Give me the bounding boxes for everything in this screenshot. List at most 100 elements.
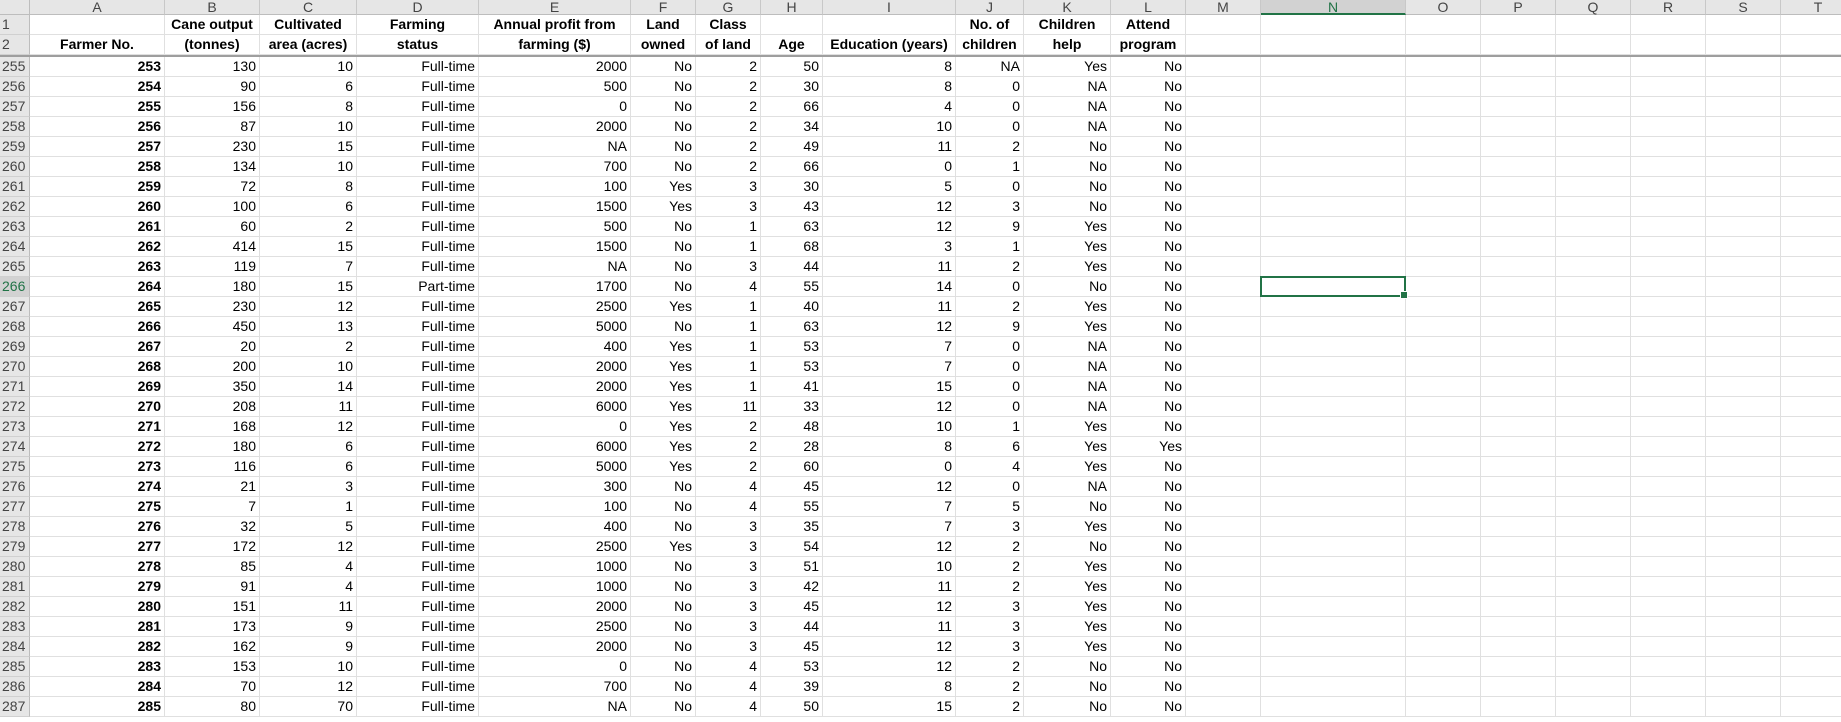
data-cell[interactable] — [1186, 157, 1261, 177]
row-header-280[interactable]: 280 — [0, 557, 30, 577]
data-cell[interactable] — [1781, 197, 1841, 217]
data-cell[interactable] — [1261, 97, 1406, 117]
data-cell[interactable]: Full-time — [357, 517, 479, 537]
data-cell[interactable] — [1406, 117, 1481, 137]
row-header-269[interactable]: 269 — [0, 337, 30, 357]
data-cell[interactable]: 8 — [260, 97, 357, 117]
data-cell[interactable]: 10 — [260, 57, 357, 77]
data-cell[interactable]: 28 — [761, 437, 823, 457]
data-cell[interactable]: No — [1111, 457, 1186, 477]
data-cell[interactable]: 11 — [260, 597, 357, 617]
data-cell[interactable] — [1556, 377, 1631, 397]
data-cell[interactable]: 10 — [823, 417, 956, 437]
column-header-p[interactable]: P — [1481, 0, 1556, 15]
data-cell[interactable]: 400 — [479, 337, 631, 357]
data-cell[interactable] — [1781, 177, 1841, 197]
data-cell[interactable]: No — [1111, 77, 1186, 97]
farmer-number-cell[interactable]: 253 — [30, 57, 165, 77]
data-cell[interactable]: No — [1024, 657, 1111, 677]
data-cell[interactable]: Full-time — [357, 497, 479, 517]
data-cell[interactable]: 10 — [260, 357, 357, 377]
data-cell[interactable]: 4 — [696, 497, 761, 517]
data-cell[interactable]: Yes — [631, 357, 696, 377]
data-cell[interactable] — [1631, 497, 1706, 517]
data-cell[interactable] — [1406, 177, 1481, 197]
data-cell[interactable]: NA — [1024, 377, 1111, 397]
data-cell[interactable]: 3 — [956, 517, 1024, 537]
farmer-number-cell[interactable]: 259 — [30, 177, 165, 197]
data-cell[interactable] — [1706, 417, 1781, 437]
data-cell[interactable]: 42 — [761, 577, 823, 597]
data-cell[interactable] — [1706, 457, 1781, 477]
row-header-264[interactable]: 264 — [0, 237, 30, 257]
data-cell[interactable] — [1631, 437, 1706, 457]
data-cell[interactable] — [1781, 237, 1841, 257]
data-cell[interactable] — [1186, 497, 1261, 517]
data-cell[interactable]: NA — [1024, 397, 1111, 417]
farmer-number-cell[interactable]: 263 — [30, 257, 165, 277]
data-cell[interactable] — [1186, 197, 1261, 217]
data-cell[interactable] — [1631, 697, 1706, 717]
data-cell[interactable] — [1186, 357, 1261, 377]
data-cell[interactable]: Full-time — [357, 157, 479, 177]
data-cell[interactable]: 12 — [260, 297, 357, 317]
data-cell[interactable]: 2000 — [479, 357, 631, 377]
data-cell[interactable] — [1186, 297, 1261, 317]
data-cell[interactable] — [1556, 437, 1631, 457]
data-cell[interactable] — [1261, 577, 1406, 597]
data-cell[interactable]: 7 — [260, 257, 357, 277]
data-cell[interactable] — [1261, 157, 1406, 177]
column-header-o[interactable]: O — [1406, 0, 1481, 15]
data-cell[interactable] — [1781, 257, 1841, 277]
data-cell[interactable] — [1781, 277, 1841, 297]
data-cell[interactable]: 700 — [479, 157, 631, 177]
data-cell[interactable]: No — [1111, 637, 1186, 657]
data-cell[interactable]: No — [1111, 157, 1186, 177]
data-cell[interactable]: 53 — [761, 657, 823, 677]
data-cell[interactable] — [1186, 177, 1261, 197]
data-cell[interactable]: 5 — [823, 177, 956, 197]
data-cell[interactable]: 5 — [956, 497, 1024, 517]
data-cell[interactable]: No — [1111, 557, 1186, 577]
data-cell[interactable] — [1406, 317, 1481, 337]
data-cell[interactable] — [1556, 457, 1631, 477]
data-cell[interactable] — [1186, 97, 1261, 117]
farmer-number-cell[interactable]: 262 — [30, 237, 165, 257]
row-header-279[interactable]: 279 — [0, 537, 30, 557]
data-cell[interactable] — [1706, 597, 1781, 617]
data-cell[interactable]: 44 — [761, 617, 823, 637]
data-cell[interactable]: 4 — [696, 277, 761, 297]
farmer-number-cell[interactable]: 265 — [30, 297, 165, 317]
data-cell[interactable] — [1781, 657, 1841, 677]
data-cell[interactable]: No — [1024, 177, 1111, 197]
data-cell[interactable] — [1481, 457, 1556, 477]
data-cell[interactable] — [1556, 257, 1631, 277]
data-cell[interactable]: Yes — [631, 537, 696, 557]
data-cell[interactable] — [1481, 317, 1556, 337]
data-cell[interactable] — [1706, 277, 1781, 297]
column-header-k[interactable]: K — [1024, 0, 1111, 15]
data-cell[interactable]: 230 — [165, 297, 260, 317]
data-cell[interactable] — [1186, 217, 1261, 237]
data-cell[interactable] — [1706, 697, 1781, 717]
data-cell[interactable] — [1481, 277, 1556, 297]
data-cell[interactable]: Yes — [1024, 57, 1111, 77]
data-cell[interactable]: 8 — [823, 437, 956, 457]
data-cell[interactable] — [1406, 137, 1481, 157]
header-cell[interactable]: area (acres) — [260, 35, 357, 55]
data-cell[interactable] — [1261, 257, 1406, 277]
data-cell[interactable]: NA — [1024, 337, 1111, 357]
data-cell[interactable]: 45 — [761, 637, 823, 657]
data-cell[interactable] — [1631, 157, 1706, 177]
data-cell[interactable] — [1781, 377, 1841, 397]
data-cell[interactable]: No — [631, 97, 696, 117]
data-cell[interactable] — [1706, 237, 1781, 257]
data-cell[interactable] — [1631, 197, 1706, 217]
data-cell[interactable]: 180 — [165, 277, 260, 297]
data-cell[interactable]: 2 — [696, 437, 761, 457]
data-cell[interactable]: Yes — [631, 397, 696, 417]
data-cell[interactable]: 41 — [761, 377, 823, 397]
data-cell[interactable]: NA — [479, 137, 631, 157]
data-cell[interactable]: 2 — [696, 157, 761, 177]
data-cell[interactable] — [1481, 77, 1556, 97]
